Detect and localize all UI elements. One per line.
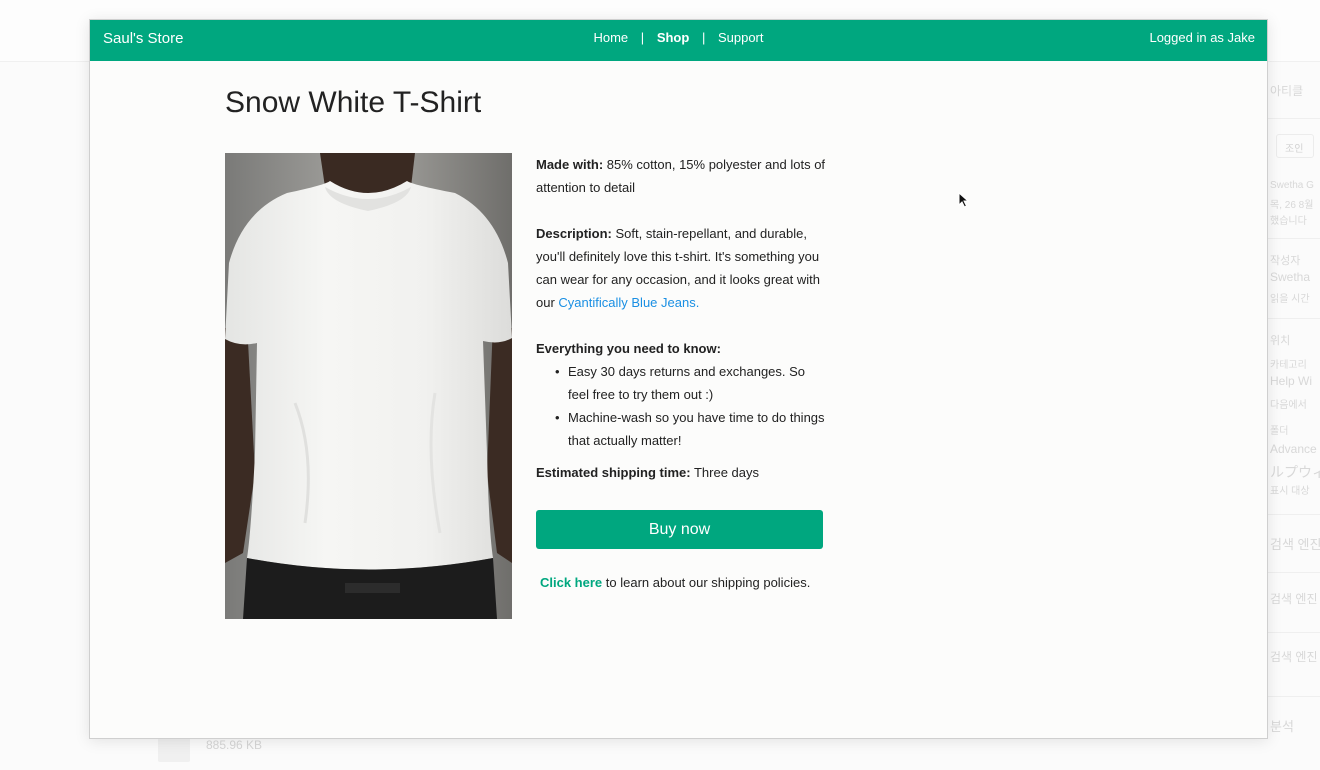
bg-side-item: 작성자 xyxy=(1270,255,1301,267)
description: Description: Soft, stain-repellant, and … xyxy=(536,222,826,314)
bg-side-item: Advance xyxy=(1270,442,1317,456)
bullet-icon: • xyxy=(555,410,560,425)
bg-side-item: 검색 엔진 xyxy=(1270,650,1318,664)
buy-now-button[interactable]: Buy now xyxy=(536,510,823,549)
bg-side-item: 읽을 시간 xyxy=(1270,294,1310,305)
shipping-policy-note: Click here to learn about our shipping p… xyxy=(540,575,810,590)
bg-side-item: 검색 엔진 xyxy=(1270,592,1318,606)
bg-side-chip: 조인 xyxy=(1276,134,1314,158)
shipping-label: Estimated shipping time: xyxy=(536,465,691,480)
bg-side-item: 검색 엔진 xyxy=(1270,537,1320,552)
nav-support-link[interactable]: Support xyxy=(718,30,764,45)
store-window: Saul's Store Home | Shop | Support Logge… xyxy=(89,19,1268,739)
bg-side-item: ルプウィ xyxy=(1270,464,1320,480)
bg-side-item: 다음에서 xyxy=(1270,400,1307,411)
nav-separator: | xyxy=(701,30,706,45)
nav-shop-link[interactable]: Shop xyxy=(657,30,690,45)
list-item: • Easy 30 days returns and exchanges. So … xyxy=(536,360,826,406)
nav-home-link[interactable]: Home xyxy=(593,30,628,45)
bg-side-item: 했습니다 xyxy=(1270,216,1307,227)
bg-side-item: Help Wi xyxy=(1270,374,1313,388)
bg-side-item: 위치 xyxy=(1270,335,1291,347)
bg-side-item: 카테고리 xyxy=(1270,360,1307,371)
product-title: Snow White T-Shirt xyxy=(225,86,482,119)
background-sidebar: 아티클 조인 Swetha G 목, 26 8월 했습니다 작성자 Swetha… xyxy=(1266,62,1320,770)
know-heading: Everything you need to know: xyxy=(536,341,721,356)
bg-side-item: 분석 xyxy=(1270,719,1294,734)
bg-file-thumbnail xyxy=(158,738,190,762)
shipping-time: Estimated shipping time: Three days xyxy=(536,461,826,484)
bg-side-item: 목, 26 8월 xyxy=(1270,200,1314,211)
blue-jeans-link[interactable]: Cyantifically Blue Jeans. xyxy=(558,295,699,310)
info-list: • Easy 30 days returns and exchanges. So … xyxy=(536,360,826,452)
product-image xyxy=(225,153,512,619)
bg-file-size: 885.96 KB xyxy=(206,738,263,752)
nav-links: Home | Shop | Support xyxy=(90,30,1267,45)
list-item: • Machine-wash so you have time to do thi… xyxy=(536,406,826,452)
shipping-value: Three days xyxy=(693,465,760,480)
bg-side-item: 폴더 xyxy=(1270,426,1289,437)
bg-side-item: Swetha xyxy=(1270,270,1311,284)
mouse-pointer-icon xyxy=(958,192,970,208)
logged-in-user: Logged in as Jake xyxy=(1149,30,1255,45)
description-label: Description: xyxy=(536,226,612,241)
shipping-policy-link[interactable]: Click here xyxy=(540,575,602,590)
bg-side-item: 표시 대상 xyxy=(1270,486,1310,497)
navbar: Saul's Store Home | Shop | Support Logge… xyxy=(90,20,1267,61)
policy-text: to learn about our shipping policies. xyxy=(605,575,811,590)
bg-side-item: 아티클 xyxy=(1270,84,1304,98)
made-with-label: Made with: xyxy=(536,157,604,172)
bg-side-item: Swetha G xyxy=(1270,180,1314,191)
nav-separator: | xyxy=(640,30,645,45)
bullet-icon: • xyxy=(555,364,560,379)
made-with: Made with: 85% cotton, 15% polyester and… xyxy=(536,153,826,199)
product-details: Made with: 85% cotton, 15% polyester and… xyxy=(536,153,826,507)
